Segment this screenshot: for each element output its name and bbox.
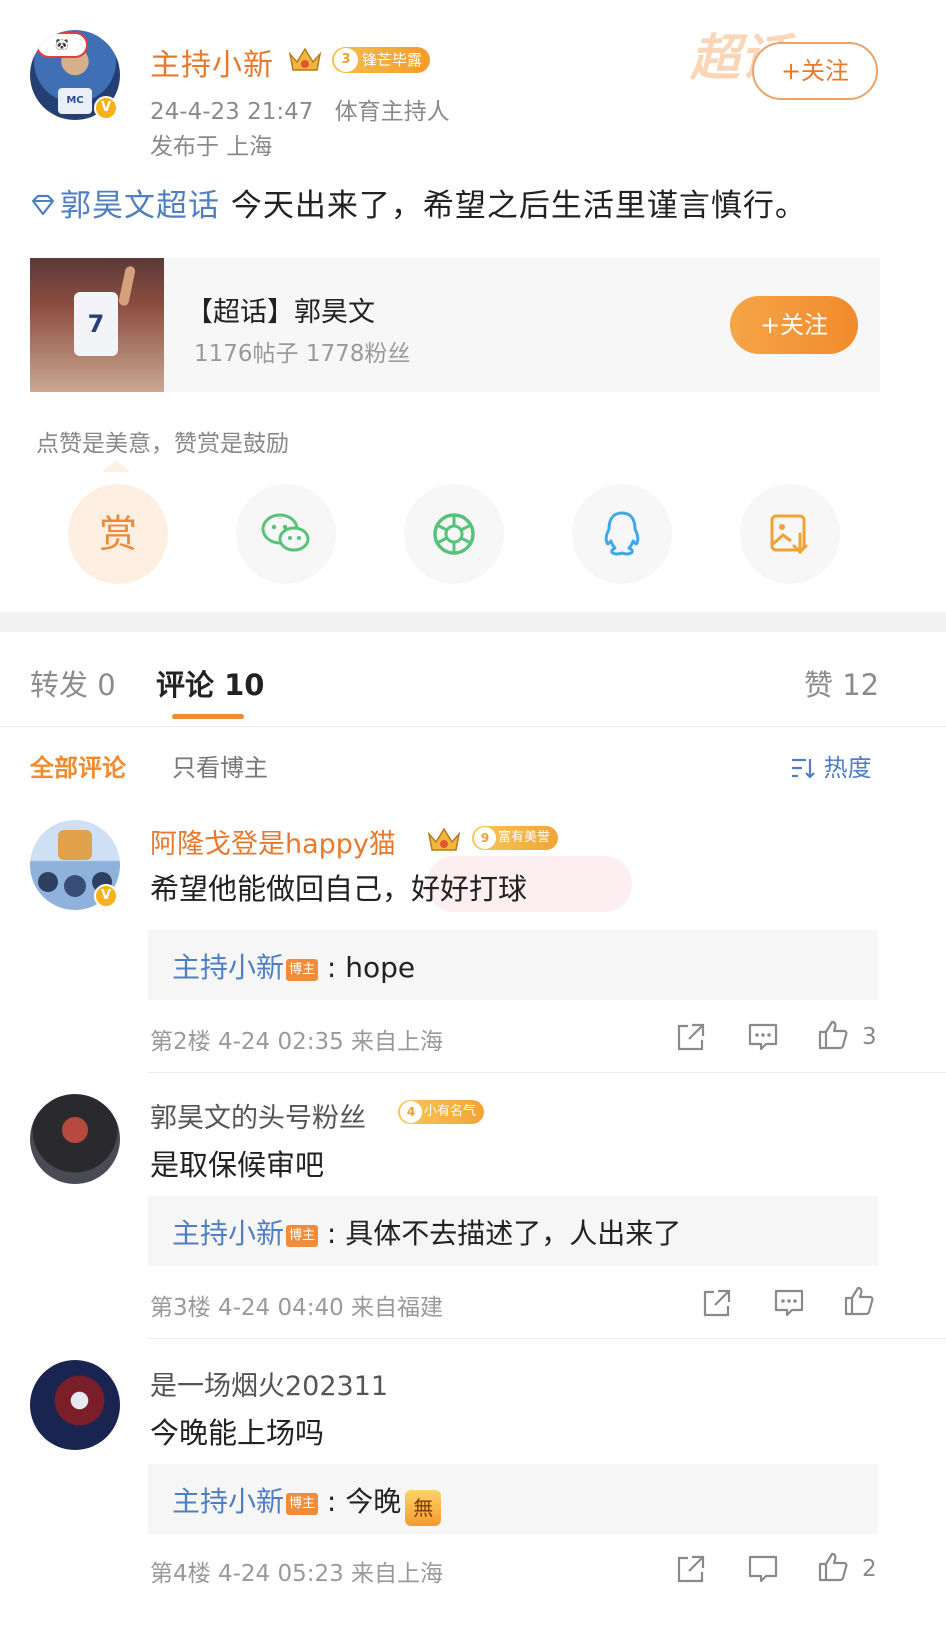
level-number: 4 [400,1101,422,1123]
comment-text: 今晚能上场吗 [150,1416,325,1450]
tip-pointer [102,460,130,472]
sort-by-heat-button[interactable]: 热度 [790,748,872,783]
user-level-badge: 3 锋芒毕露 [332,47,431,73]
share-icon[interactable] [674,1552,708,1586]
reply-box[interactable]: 主持小新 博主 : 具体不去描述了，人出来了 [148,1196,878,1266]
author-role: 体育主持人 [334,99,450,125]
tabs-divider [0,726,946,727]
comment-author[interactable]: 郭昊文的头号粉丝 [150,1096,366,1135]
reply-line: 主持小新 博主 : 今晚無 [172,1480,442,1526]
comment-meta: 第4楼 4-24 05:23 来自上海 [150,1561,444,1587]
comment-divider [148,1338,946,1339]
verified-badge-icon: V [94,884,118,908]
supertopic-card[interactable]: 7 【超话】郭昊文 1176帖子 1778粉丝 +关注 [30,258,880,392]
host-tag: 博主 [286,1493,319,1515]
sort-label: 热度 [823,754,872,782]
save-image-icon [770,514,808,555]
comment-icon[interactable] [746,1020,780,1054]
reply-text: 具体不去描述了，人出来了 [345,1217,682,1250]
share-icon[interactable] [700,1286,734,1320]
post-time: 24-4-23 21:47 [150,99,314,125]
user-level-badge: 9 富有美誉 [472,826,559,850]
avatar-jersey: MC [58,88,92,114]
level-number: 9 [474,827,496,849]
share-wechat-button[interactable] [236,484,336,584]
reply-author[interactable]: 主持小新 [172,1485,284,1518]
topic-link[interactable]: 郭昊文超话 [60,188,220,224]
tab-repost[interactable]: 转发 0 [30,662,116,704]
user-level-badge: 4 小有名气 [398,1100,485,1124]
verified-badge-icon: V [94,96,118,120]
level-title: 小有名气 [424,1104,477,1119]
level-number: 3 [334,48,358,72]
wechat-icon [261,513,310,552]
supertopic-diamond-icon [31,194,55,216]
reply-author[interactable]: 主持小新 [172,1217,284,1250]
post-meta: 24-4-23 21:47 体育主持人 [150,92,450,126]
follow-topic-button[interactable]: +关注 [730,296,858,354]
crown-icon [427,827,461,851]
comment-text: 希望他能做回自己，好好打球 [150,872,528,906]
moments-icon [433,513,475,555]
post-text: 今天出来了，希望之后生活里谨言慎行。 [220,188,807,224]
active-tab-indicator [172,714,244,719]
reward-tip: 点赞是美意，赞赏是鼓励 [36,431,289,457]
comment-avatar[interactable] [30,1094,120,1184]
reply-text: hope [345,951,416,984]
comment-author[interactable]: 阿隆戈登是happy猫 [150,822,396,861]
section-separator [0,612,946,632]
save-image-button[interactable] [740,484,840,584]
follow-author-button[interactable]: +关注 [752,42,878,100]
like-icon[interactable] [842,1284,876,1318]
level-title: 锋芒毕露 [362,51,423,69]
post-content: 郭昊文超话 今天出来了，希望之后生活里谨言慎行。 [30,180,807,225]
filter-owner-only[interactable]: 只看博主 [172,748,268,783]
thumbnail-jersey-number: 7 [74,292,118,356]
reply-author[interactable]: 主持小新 [172,951,284,984]
comment-icon[interactable] [746,1552,780,1586]
avatar-sticker: 🐼 [36,32,88,58]
tab-comments[interactable]: 评论 10 [156,662,264,704]
topic-stats: 1176帖子 1778粉丝 [194,341,411,367]
author-name[interactable]: 主持小新 [150,40,274,84]
like-icon[interactable] [816,1550,850,1584]
comment-avatar[interactable] [30,1360,120,1450]
reply-text: 今晚 [345,1485,402,1518]
like-count: 2 [862,1556,877,1582]
share-qq-button[interactable] [572,484,672,584]
sort-icon [792,758,815,779]
topic-title: 【超话】郭昊文 [186,297,375,328]
comment-author[interactable]: 是一场烟火202311 [150,1364,388,1403]
tab-likes[interactable]: 赞 12 [804,662,879,704]
thumbnail-arm [117,265,137,307]
comment-icon[interactable] [772,1286,806,1320]
qq-icon [604,511,640,556]
reply-line: 主持小新 博主 : 具体不去描述了，人出来了 [172,1217,682,1250]
crown-icon [288,47,322,71]
comment-meta: 第2楼 4-24 02:35 来自上海 [150,1029,444,1055]
emoji-none-icon: 無 [405,1490,442,1526]
like-icon[interactable] [816,1018,850,1052]
host-tag: 博主 [286,959,319,981]
reply-line: 主持小新 博主 : hope [172,951,416,984]
comment-divider [148,1072,946,1073]
host-tag: 博主 [286,1225,319,1247]
reward-button[interactable]: 赏 [68,484,168,584]
reply-box[interactable]: 主持小新 博主 : hope [148,930,878,1000]
comment-meta: 第3楼 4-24 04:40 来自福建 [150,1295,444,1321]
share-icon[interactable] [674,1020,708,1054]
like-count: 3 [862,1024,877,1050]
level-title: 富有美誉 [498,830,551,845]
comment-text: 是取保候审吧 [150,1148,325,1182]
topic-thumbnail: 7 [30,258,164,392]
reply-box[interactable]: 主持小新 博主 : 今晚無 [148,1464,878,1534]
filter-all-comments[interactable]: 全部评论 [30,748,126,783]
share-moments-button[interactable] [404,484,504,584]
post-location: 发布于 上海 [150,134,273,160]
